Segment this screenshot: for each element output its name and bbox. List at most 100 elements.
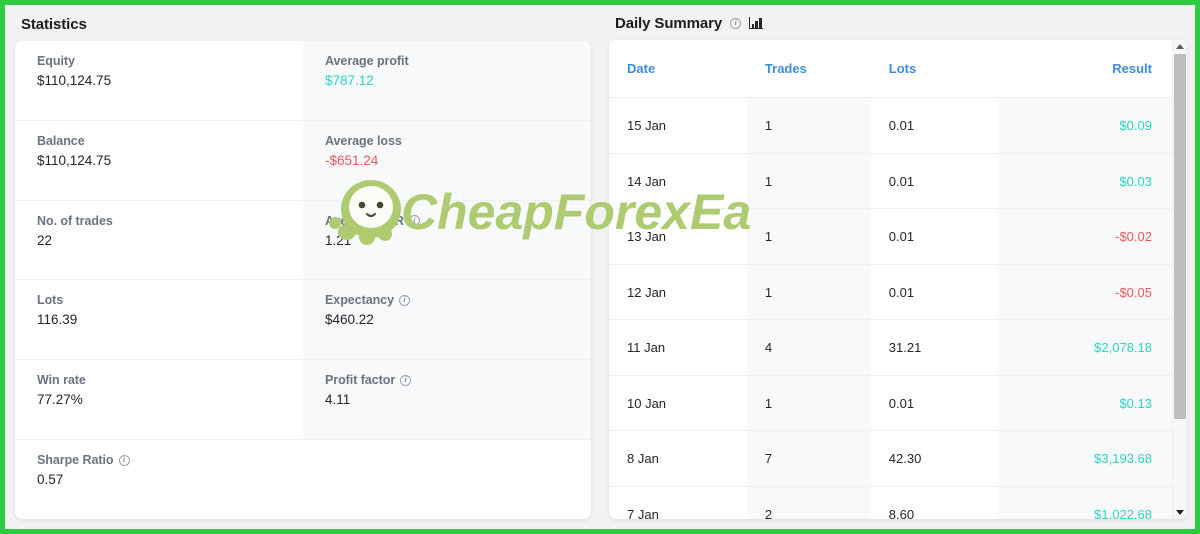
scroll-up-arrow-icon[interactable] xyxy=(1173,40,1188,54)
cell-result: $2,078.18 xyxy=(997,319,1172,376)
statistic-label: Equity xyxy=(37,54,75,68)
statistic-cell-equity: Equity $110,124.75 xyxy=(15,41,303,120)
bar-chart-icon[interactable] xyxy=(749,17,763,30)
statistic-value: 4.11 xyxy=(325,392,351,408)
cell-date: 14 Jan xyxy=(609,153,747,210)
statistic-value: 77.27% xyxy=(37,392,83,408)
statistic-value: 22 xyxy=(37,232,53,248)
table-row[interactable]: 12 Jan 1 0.01 -$0.05 xyxy=(609,264,1172,321)
statistic-value: 0.57 xyxy=(37,472,64,488)
scrollbar-thumb[interactable] xyxy=(1173,53,1186,420)
statistic-cell-sharpe-ratio: Sharpe Ratio i 0.57 xyxy=(15,440,303,519)
statistic-label: No. of trades xyxy=(37,213,113,228)
statistic-label: Average RRR i xyxy=(325,214,591,228)
cell-trades: 4 xyxy=(746,319,871,376)
cell-trades: 7 xyxy=(746,430,871,487)
statistic-row: Lots 116.39 Expectancy i $460.22 xyxy=(15,280,591,361)
statistic-value: 1.21 xyxy=(325,232,352,248)
statistic-row: Win rate 77.27% Profit factor i 4.11 xyxy=(15,360,591,441)
cell-lots: 0.01 xyxy=(870,264,998,321)
statistic-value: $110,124.75 xyxy=(37,152,112,168)
cell-lots: 0.01 xyxy=(870,375,998,432)
table-row[interactable]: 11 Jan 4 31.21 $2,078.18 xyxy=(609,319,1172,376)
statistic-label: Win rate xyxy=(37,373,86,388)
cell-lots: 0.01 xyxy=(870,97,998,154)
table-row[interactable]: 13 Jan 1 0.01 -$0.02 xyxy=(609,208,1172,265)
statistic-cell-profit-factor: Profit factor i 4.11 xyxy=(303,360,591,440)
statistic-label: Lots xyxy=(37,293,64,308)
table-row[interactable]: 15 Jan 1 0.01 $0.09 xyxy=(609,97,1172,154)
cell-result: $1,022.68 xyxy=(997,486,1172,519)
cell-trades: 1 xyxy=(746,264,871,321)
table-row[interactable]: 10 Jan 1 0.01 $0.13 xyxy=(609,375,1172,432)
column-header-result[interactable]: Result xyxy=(997,39,1172,99)
info-icon[interactable]: i xyxy=(118,454,130,466)
daily-summary-table-wrap: Date Trades Lots Result 15 Jan 1 0.01 $0.09… xyxy=(609,39,1172,519)
cell-lots: 31.21 xyxy=(870,319,998,376)
statistics-header: Statistics xyxy=(15,13,591,35)
daily-summary-table: Date Trades Lots Result 15 Jan 1 0.01 $0.09… xyxy=(609,39,1172,519)
statistic-label: Expectancy i xyxy=(325,293,591,307)
statistic-value: $110,124.75 xyxy=(37,73,112,88)
statistic-row: Equity $110,124.75 Average profit $787.12 xyxy=(15,41,591,121)
statistic-row: Sharpe Ratio i 0.57 xyxy=(15,440,591,519)
info-icon[interactable]: i xyxy=(400,374,412,386)
statistic-cell-balance: Balance $110,124.75 xyxy=(15,120,303,200)
statistic-value: $460.22 xyxy=(325,312,374,328)
statistic-cell-expectancy: Expectancy i $460.22 xyxy=(303,280,591,360)
statistic-row: No. of trades 22 Average RRR i 1.21 xyxy=(15,200,591,281)
screenshot-frame: Statistics Equity $110,124.75 Average prof… xyxy=(0,0,1200,534)
column-header-trades[interactable]: Trades xyxy=(746,39,871,99)
column-header-lots[interactable]: Lots xyxy=(870,39,998,99)
statistic-cell-average-profit: Average profit $787.12 xyxy=(303,41,591,120)
scroll-down-arrow-icon[interactable] xyxy=(1173,505,1188,519)
cell-result: -$0.02 xyxy=(997,208,1172,265)
statistic-cell-lots: Lots 116.39 xyxy=(15,280,303,360)
statistic-cell-empty xyxy=(303,440,591,519)
cell-result: $0.09 xyxy=(997,97,1172,154)
table-header-row: Date Trades Lots Result xyxy=(609,39,1172,99)
table-scrollbar[interactable] xyxy=(1172,39,1188,519)
daily-summary-header: Daily Summary i xyxy=(609,13,1187,34)
scrollbar-track[interactable] xyxy=(1173,53,1188,505)
table-row[interactable]: 7 Jan 2 8.60 $1,022.68 xyxy=(609,486,1172,519)
cell-date: 10 Jan xyxy=(609,375,747,432)
cell-date: 8 Jan xyxy=(609,430,747,487)
cell-result: $3,193.68 xyxy=(997,430,1172,487)
cell-result: $0.03 xyxy=(997,153,1172,210)
cell-trades: 1 xyxy=(746,153,871,210)
column-header-date[interactable]: Date xyxy=(609,39,747,99)
table-head: Date Trades Lots Result xyxy=(609,39,1172,99)
page-title: Statistics xyxy=(21,15,87,33)
daily-summary-panel: Daily Summary i Date Trades Lots Result … xyxy=(601,5,1195,529)
cell-lots: 42.30 xyxy=(870,430,998,487)
statistic-cell-win-rate: Win rate 77.27% xyxy=(15,360,303,440)
statistic-label: Balance xyxy=(37,133,85,148)
statistic-cell-average-rrr: Average RRR i 1.21 xyxy=(303,200,591,280)
table-row[interactable]: 14 Jan 1 0.01 $0.03 xyxy=(609,153,1172,210)
statistic-cell-average-loss: Average loss -$651.24 xyxy=(303,120,591,200)
info-icon[interactable]: i xyxy=(730,17,742,29)
statistic-cell-no-of-trades: No. of trades 22 xyxy=(15,200,303,280)
statistic-label: Profit factor i xyxy=(325,373,591,387)
cell-lots: 8.60 xyxy=(870,486,998,519)
cell-date: 15 Jan xyxy=(609,97,747,154)
cell-date: 13 Jan xyxy=(609,208,747,265)
cell-lots: 0.01 xyxy=(870,153,998,210)
cell-result: -$0.05 xyxy=(997,264,1172,321)
statistic-value: -$651.24 xyxy=(325,152,379,168)
statistic-label: Sharpe Ratio i xyxy=(37,453,303,467)
info-icon[interactable]: i xyxy=(398,294,410,306)
cell-trades: 2 xyxy=(746,486,871,519)
cell-date: 11 Jan xyxy=(609,319,747,376)
cell-lots: 0.01 xyxy=(870,208,998,265)
cell-date: 7 Jan xyxy=(609,486,747,519)
daily-summary-title: Daily Summary xyxy=(615,14,723,32)
table-row[interactable]: 8 Jan 7 42.30 $3,193.68 xyxy=(609,430,1172,487)
statistic-value: $787.12 xyxy=(325,73,374,88)
statistics-panel: Statistics Equity $110,124.75 Average prof… xyxy=(5,5,601,529)
statistic-label: Average loss xyxy=(325,133,402,148)
info-icon[interactable]: i xyxy=(408,215,420,227)
statistic-row: Balance $110,124.75 Average loss -$651.24 xyxy=(15,120,591,201)
cell-trades: 1 xyxy=(746,208,871,265)
